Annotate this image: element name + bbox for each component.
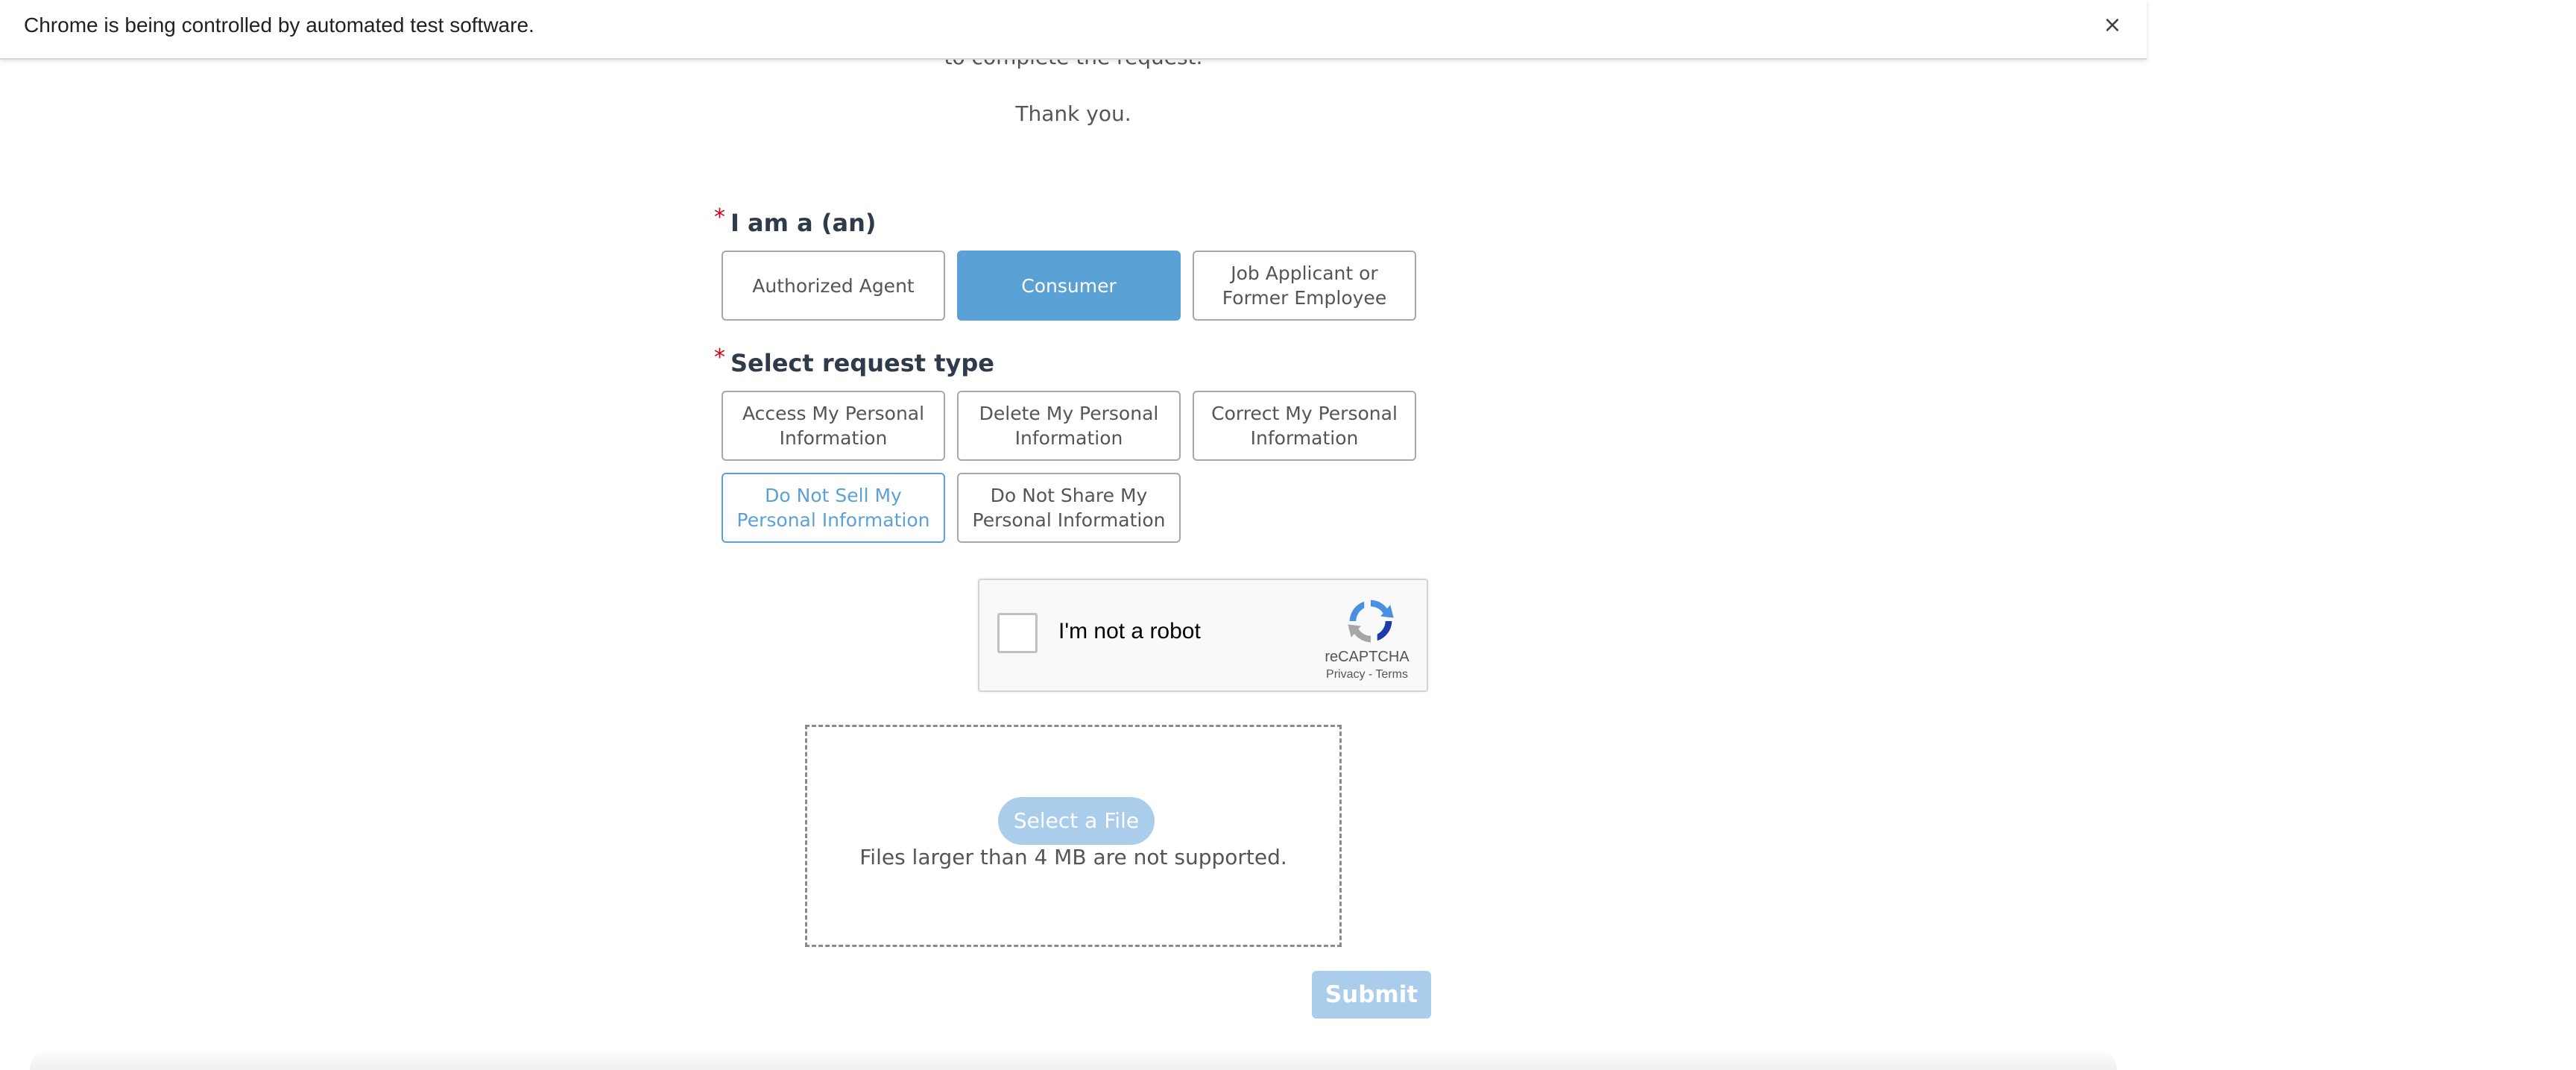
option-consumer[interactable]: Consumer [957, 251, 1181, 321]
option-label: Correct My Personal Information [1211, 403, 1398, 449]
option-authorized-agent[interactable]: Authorized Agent [722, 251, 945, 321]
option-job-applicant[interactable]: Job Applicant or Former Employee [1193, 251, 1416, 321]
option-delete-info[interactable]: Delete My Personal Information [957, 391, 1181, 461]
option-access-info[interactable]: Access My Personal Information [722, 391, 945, 461]
page-bottom-shadow [30, 1048, 2117, 1070]
automation-infobar: Chrome is being controlled by automated … [0, 0, 2147, 60]
thank-you-text: Thank you. [1015, 101, 1131, 126]
file-size-note: Files larger than 4 MB are not supported… [859, 845, 1287, 869]
file-dropzone[interactable]: Select a File Files larger than 4 MB are… [805, 725, 1342, 947]
recaptcha-separator: - [1368, 668, 1373, 681]
required-marker: * [714, 204, 725, 230]
submit-button[interactable]: Submit [1312, 971, 1431, 1019]
recaptcha-terms-link[interactable]: Terms [1375, 668, 1408, 681]
recaptcha-checkbox[interactable] [997, 613, 1038, 653]
option-label: Access My Personal Information [742, 403, 925, 449]
option-do-not-sell[interactable]: Do Not Sell My Personal Information [722, 473, 945, 543]
recaptcha-label: I'm not a robot [1058, 619, 1201, 643]
select-file-button[interactable]: Select a File [998, 797, 1155, 845]
recaptcha-brand: reCAPTCHA [1325, 649, 1409, 665]
option-correct-info[interactable]: Correct My Personal Information [1193, 391, 1416, 461]
option-label: Do Not Sell My Personal Information [736, 485, 930, 531]
recaptcha-links: Privacy - Terms [1300, 668, 1434, 682]
close-icon[interactable]: × [2096, 9, 2129, 42]
requester-type-label: I am a (an) [730, 209, 877, 237]
required-marker: * [714, 344, 725, 371]
request-type-label: Select request type [730, 349, 994, 377]
option-do-not-share[interactable]: Do Not Share My Personal Information [957, 473, 1181, 543]
option-label: Consumer [1021, 274, 1117, 297]
recaptcha-widget: I'm not a robot reCAPTCHA Privacy - Term… [978, 579, 1428, 692]
recaptcha-logo-icon [1348, 599, 1394, 643]
option-label: Authorized Agent [752, 274, 915, 297]
infobar-message: Chrome is being controlled by automated … [24, 13, 534, 37]
recaptcha-privacy-link[interactable]: Privacy [1326, 668, 1365, 681]
option-label: Do Not Share My Personal Information [972, 485, 1166, 531]
option-label: Delete My Personal Information [979, 403, 1159, 449]
option-label: Job Applicant or Former Employee [1222, 262, 1387, 309]
